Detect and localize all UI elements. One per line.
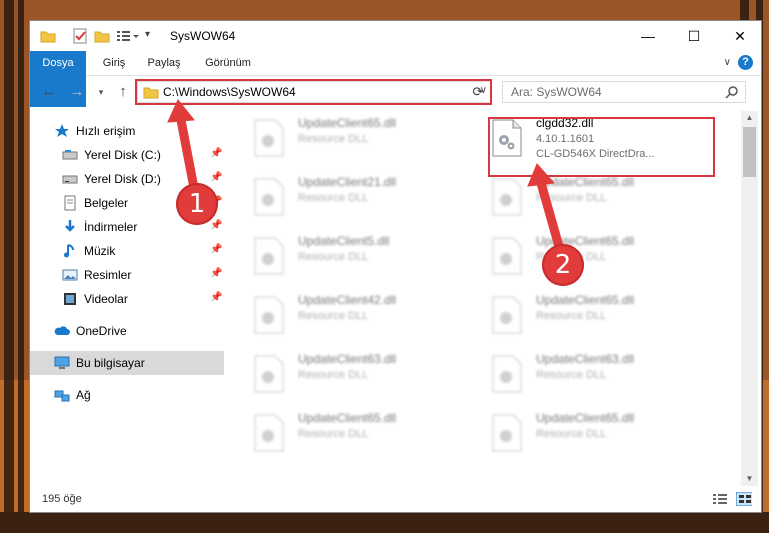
callout-two: 2 [542,244,584,286]
callout-one: 1 [176,183,218,225]
annotation-arrows [167,99,565,252]
